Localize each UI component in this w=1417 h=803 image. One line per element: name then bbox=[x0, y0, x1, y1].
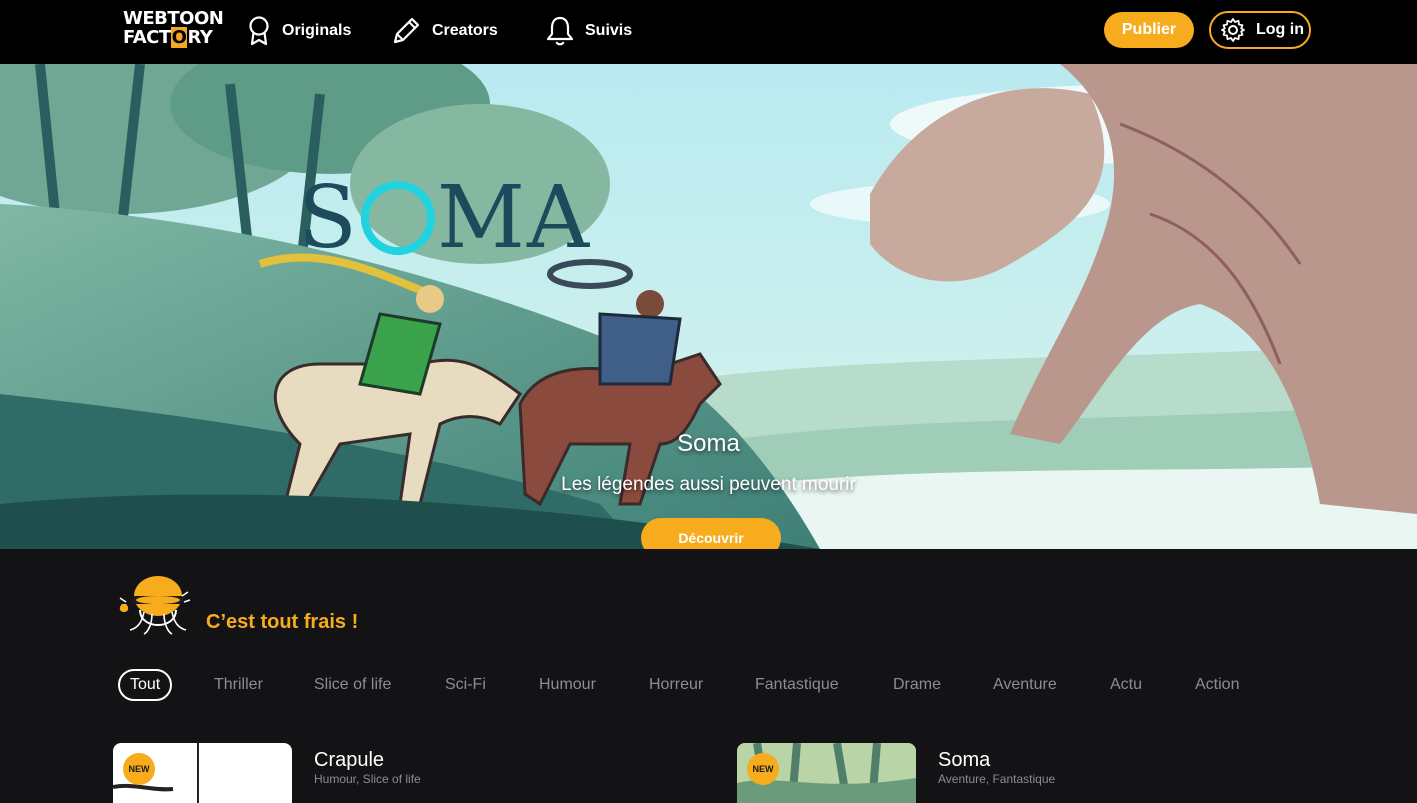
login-button[interactable]: Log in bbox=[1209, 11, 1311, 49]
comic-title[interactable]: Crapule bbox=[314, 749, 384, 772]
comic-thumbnail[interactable]: NEW bbox=[737, 743, 916, 803]
filter-actu[interactable]: Actu bbox=[1110, 669, 1142, 701]
new-badge: NEW bbox=[747, 753, 779, 785]
soma-logo-o bbox=[350, 170, 446, 266]
filter-tout[interactable]: Tout bbox=[118, 669, 173, 701]
soma-title-logo: S MA bbox=[298, 168, 592, 268]
bell-icon bbox=[546, 16, 574, 46]
comic-genres: Aventure, Fantastique bbox=[938, 772, 1056, 786]
mascot-icon bbox=[119, 576, 191, 635]
filter-humour[interactable]: Humour bbox=[539, 669, 596, 701]
login-label: Log in bbox=[1256, 21, 1304, 38]
section-title-fresh: C’est tout frais ! bbox=[206, 611, 359, 633]
hero-subtitle: Les légendes aussi peuvent mourir bbox=[561, 474, 856, 495]
webtoon-factory-logo[interactable]: WEBTOON FACTORY bbox=[123, 8, 224, 51]
filter-aventure[interactable]: Aventure bbox=[993, 669, 1057, 701]
nav-suivis[interactable]: Suivis bbox=[545, 14, 632, 48]
discover-button[interactable]: Découvrir bbox=[641, 518, 781, 549]
gear-icon bbox=[1221, 18, 1245, 42]
nav-creators-label: Creators bbox=[432, 22, 498, 39]
filter-slice-of-life[interactable]: Slice of life bbox=[314, 669, 391, 701]
filter-drame[interactable]: Drame bbox=[893, 669, 941, 701]
hero-banner[interactable]: S MA Soma Les légendes aussi peuvent mour… bbox=[0, 64, 1417, 549]
logo-line-1: WEBTOON bbox=[123, 8, 224, 29]
filter-sci-fi[interactable]: Sci-Fi bbox=[445, 669, 486, 701]
pencil-icon bbox=[393, 17, 420, 43]
medal-icon bbox=[249, 16, 269, 46]
comic-thumbnail[interactable]: NEW bbox=[113, 743, 292, 803]
logo-line-2: FACTORY bbox=[123, 27, 213, 48]
top-navigation-bar: WEBTOON FACTORY Originals Creators Suivi… bbox=[0, 0, 1417, 64]
nav-suivis-label: Suivis bbox=[585, 22, 633, 39]
nav-originals-label: Originals bbox=[282, 22, 352, 39]
nav-originals[interactable]: Originals bbox=[246, 14, 351, 48]
comic-title[interactable]: Soma bbox=[938, 749, 990, 772]
filter-fantastique[interactable]: Fantastique bbox=[755, 669, 839, 701]
filter-thriller[interactable]: Thriller bbox=[214, 669, 263, 701]
filter-horreur[interactable]: Horreur bbox=[649, 669, 703, 701]
nav-creators[interactable]: Creators bbox=[389, 14, 498, 48]
new-badge: NEW bbox=[123, 753, 155, 785]
publish-button[interactable]: Publier bbox=[1104, 12, 1194, 48]
filter-action[interactable]: Action bbox=[1195, 669, 1239, 701]
hero-title: Soma bbox=[677, 430, 740, 457]
comic-genres: Humour, Slice of life bbox=[314, 772, 421, 786]
